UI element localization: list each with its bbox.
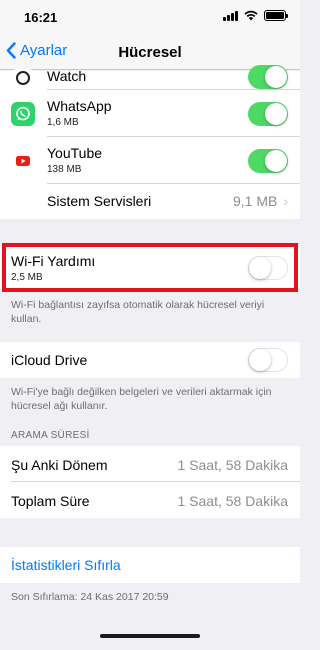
home-indicator[interactable] (100, 634, 200, 638)
last-reset-text: Son Sıfırlama: 24 Kas 2017 20:59 (11, 591, 169, 603)
section-header-call-time: ARAMA SÜRESİ (11, 430, 90, 441)
highlight-frame (2, 243, 298, 292)
list-item-watch: Watch (0, 65, 300, 90)
reset-statistics-button[interactable]: İstatistikleri Sıfırla (11, 557, 121, 573)
list-item-whatsapp: WhatsApp 1,6 MB (0, 90, 300, 137)
whatsapp-icon (11, 102, 35, 126)
app-data-size: 138 MB (47, 164, 82, 175)
watch-icon (11, 69, 35, 87)
total-time-value: 1 Saat, 58 Dakika (177, 493, 288, 509)
wifi-assist-footer: Wi-Fi bağlantısı zayıfsa otomatik olarak… (11, 299, 265, 325)
app-name: Watch (47, 68, 87, 84)
current-period-row: Şu Anki Dönem 1 Saat, 58 Dakika (0, 446, 300, 482)
app-name: YouTube (47, 145, 103, 161)
page-title: Hücresel (118, 44, 182, 61)
cellular-signal-icon (223, 10, 238, 21)
status-time: 16:21 (24, 10, 58, 25)
total-time-label: Toplam Süre (11, 493, 90, 509)
current-period-label: Şu Anki Dönem (11, 457, 108, 473)
youtube-icon (11, 149, 35, 173)
current-period-value: 1 Saat, 58 Dakika (177, 457, 288, 473)
chevron-right-icon: › (283, 193, 288, 209)
app-list: Watch WhatsApp 1,6 MB YouTube 138 MB Sis… (0, 65, 300, 219)
app-name: WhatsApp (47, 98, 112, 114)
status-icons (223, 10, 288, 21)
system-services-label: Sistem Servisleri (47, 193, 152, 209)
icloud-drive-footer: Wi-Fi'ye bağlı değilken belgeleri ve ver… (11, 386, 272, 412)
call-time-group: Şu Anki Dönem 1 Saat, 58 Dakika Toplam S… (0, 446, 300, 518)
wifi-icon (244, 10, 258, 21)
total-time-row: Toplam Süre 1 Saat, 58 Dakika (0, 482, 300, 518)
watch-cellular-toggle[interactable] (248, 65, 288, 89)
navigation-bar: Ayarlar Hücresel (0, 34, 300, 70)
status-bar: 16:21 (0, 0, 300, 34)
icloud-drive-label: iCloud Drive (11, 352, 88, 368)
list-item-youtube: YouTube 138 MB (0, 137, 300, 184)
icloud-drive-row: iCloud Drive (0, 342, 300, 378)
icloud-drive-toggle[interactable] (248, 348, 288, 372)
battery-icon (264, 10, 288, 21)
reset-statistics-row: İstatistikleri Sıfırla (0, 547, 300, 583)
whatsapp-cellular-toggle[interactable] (248, 102, 288, 126)
system-services-value: 9,1 MB › (232, 193, 288, 209)
app-data-size: 1,6 MB (47, 117, 79, 128)
system-services-row[interactable]: Sistem Servisleri 9,1 MB › (0, 184, 300, 219)
youtube-cellular-toggle[interactable] (248, 149, 288, 173)
